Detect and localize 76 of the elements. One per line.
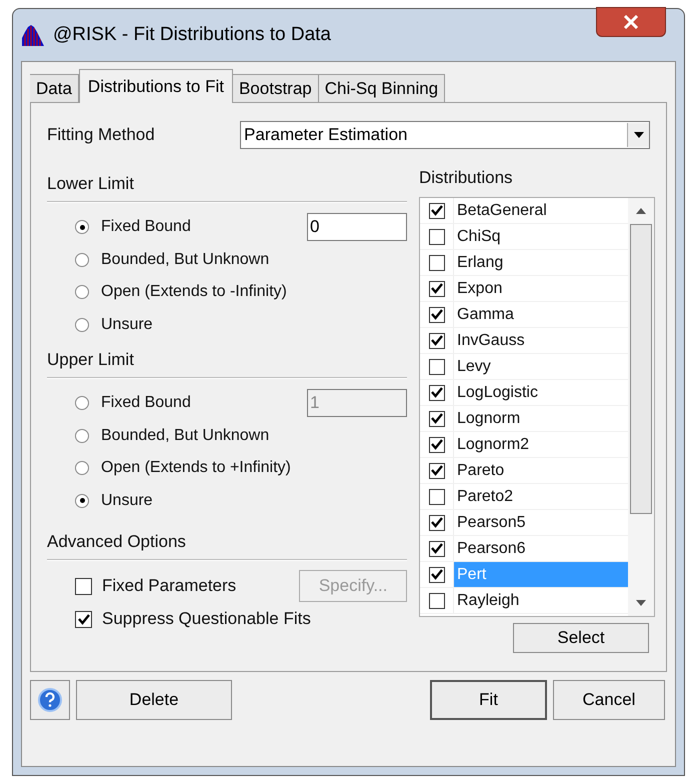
distribution-item[interactable]: Lognorm: [454, 406, 628, 431]
scroll-thumb[interactable]: [630, 224, 652, 514]
app-logo-icon: [21, 24, 45, 46]
distribution-item[interactable]: Rayleigh: [454, 588, 628, 613]
checkbox[interactable]: [428, 358, 444, 374]
radio-label: Bounded, But Unknown: [101, 426, 270, 446]
radio-button[interactable]: [75, 396, 89, 410]
distribution-item[interactable]: Pearson6: [454, 536, 628, 561]
scrollbar[interactable]: [628, 198, 654, 616]
checkbox[interactable]: [428, 566, 444, 582]
checkbox-label: Suppress Questionable Fits: [102, 608, 311, 630]
radio-button[interactable]: [75, 494, 89, 508]
distribution-item[interactable]: InvGauss: [454, 328, 628, 353]
checkbox[interactable]: [428, 514, 444, 530]
distribution-item[interactable]: LogLogistic: [454, 380, 628, 405]
radio-label: Fixed Bound: [101, 217, 192, 238]
checkbox[interactable]: [428, 306, 444, 322]
delete-button[interactable]: Delete: [76, 680, 232, 720]
tab[interactable]: Bootstrap: [232, 74, 319, 102]
checkbox[interactable]: [428, 592, 444, 608]
tab[interactable]: Data: [30, 74, 79, 102]
dropdown-value: Parameter Estimation: [244, 124, 408, 146]
radio-label: Fixed Bound: [101, 393, 192, 414]
distribution-item[interactable]: Pareto: [454, 458, 628, 483]
close-icon: [623, 15, 639, 29]
radio-label: Unsure: [101, 490, 154, 511]
help-button[interactable]: [30, 680, 70, 720]
radio-button[interactable]: [75, 220, 89, 234]
fit-button[interactable]: Fit: [430, 680, 547, 720]
checkbox[interactable]: [428, 384, 444, 400]
distribution-item[interactable]: Lognorm2: [454, 432, 628, 457]
radio-button[interactable]: [75, 318, 89, 332]
radio-button[interactable]: [75, 252, 89, 267]
fitting-method-label: Fitting Method: [47, 124, 156, 146]
checkbox[interactable]: [428, 436, 444, 452]
section-label: Advanced Options: [47, 531, 187, 553]
distributions-label: Distributions: [419, 167, 514, 189]
fitting-method-dropdown[interactable]: Parameter Estimation: [240, 121, 650, 149]
radio-label: Unsure: [101, 314, 154, 335]
radio-label: Open (Extends to +Infinity): [101, 458, 292, 478]
tab[interactable]: Chi-Sq Binning: [318, 74, 446, 102]
checkbox[interactable]: [75, 578, 92, 594]
checkbox[interactable]: [75, 610, 92, 628]
distribution-item[interactable]: Erlang: [454, 250, 628, 275]
bound-input[interactable]: 0: [307, 213, 407, 242]
window-title: @RISK - Fit Distributions to Data: [53, 22, 331, 47]
section-label: Upper Limit: [47, 349, 135, 371]
checkbox[interactable]: [428, 488, 444, 504]
checkbox-label: Fixed Parameters: [102, 575, 238, 598]
distribution-item[interactable]: Gamma: [454, 302, 628, 327]
checkbox[interactable]: [428, 228, 444, 244]
distribution-item[interactable]: ChiSq: [454, 224, 628, 249]
distribution-item[interactable]: Pearson5: [454, 510, 628, 535]
help-icon: [38, 688, 62, 712]
radio-button[interactable]: [75, 285, 89, 300]
checkbox[interactable]: [428, 462, 444, 478]
close-button[interactable]: [596, 7, 666, 37]
radio-label: Bounded, But Unknown: [101, 250, 270, 270]
checkbox[interactable]: [428, 540, 444, 556]
distribution-item[interactable]: Levy: [454, 354, 628, 379]
checkbox[interactable]: [428, 280, 444, 296]
checkbox[interactable]: [428, 254, 444, 270]
section-label: Lower Limit: [47, 173, 135, 195]
cancel-button[interactable]: Cancel: [553, 680, 665, 720]
radio-button[interactable]: [75, 461, 89, 476]
radio-button[interactable]: [75, 428, 89, 443]
tab[interactable]: Distributions to Fit: [78, 69, 233, 103]
checkbox[interactable]: [428, 410, 444, 426]
distribution-item[interactable]: Pareto2: [454, 484, 628, 509]
radio-label: Open (Extends to -Infinity): [101, 282, 288, 302]
distribution-item[interactable]: BetaGeneral: [454, 198, 628, 223]
distribution-item[interactable]: Expon: [454, 276, 628, 301]
select-button[interactable]: Select: [513, 623, 649, 653]
checkbox[interactable]: [428, 332, 444, 348]
checkbox[interactable]: [428, 202, 444, 218]
distributions-list[interactable]: BetaGeneral ChiSq Erlang Expon Gamma InvGauss Levy LogLogistic Lognorm Lognorm2 Pareto Pareto2 Pearson5 Pearson6 Pert Rayleigh: [419, 197, 655, 617]
